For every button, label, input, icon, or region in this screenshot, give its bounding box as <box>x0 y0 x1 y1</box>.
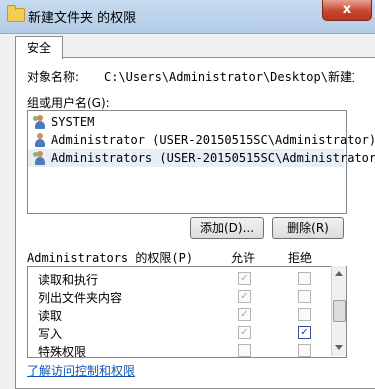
allow-checkbox: ✓ <box>238 308 251 321</box>
allow-checkbox: ✓ <box>238 290 251 303</box>
object-path: C:\Users\Administrator\Desktop\新建文件夹 <box>104 70 354 84</box>
user-group-icon <box>33 151 47 165</box>
deny-checkbox[interactable] <box>298 308 311 321</box>
deny-checkbox <box>298 344 311 357</box>
user-name: Administrator (USER-20150515SC\Administr… <box>51 133 375 147</box>
folder-icon <box>7 5 25 22</box>
user-list[interactable]: SYSTEM Administrator (USER-20150515SC\Ad… <box>27 110 375 214</box>
permission-label: 读取和执行 <box>38 273 99 287</box>
tab-security[interactable]: 安全 <box>15 36 63 59</box>
scroll-thumb[interactable] <box>333 300 346 322</box>
permission-label: 列出文件夹内容 <box>38 291 123 305</box>
permission-label: 写入 <box>38 327 63 341</box>
permissions-header: Administrators 的权限(P) <box>27 251 194 265</box>
groups-label: 组或用户名(G): <box>27 96 110 110</box>
object-name-label: 对象名称: <box>27 70 80 84</box>
access-control-help-link[interactable]: 了解访问控制和权限 <box>27 362 135 379</box>
permissions-scrollbar[interactable] <box>331 266 346 356</box>
permission-label: 读取 <box>38 309 63 323</box>
close-button[interactable]: x <box>322 0 372 21</box>
user-icon <box>33 133 47 147</box>
permission-row-read: 读取 ✓ <box>28 305 333 323</box>
remove-button[interactable]: 删除(R) <box>272 217 344 239</box>
allow-checkbox: ✓ <box>238 326 251 339</box>
deny-checkbox[interactable] <box>298 272 311 285</box>
permission-label: 特殊权限 <box>38 345 87 358</box>
user-list-item-administrator[interactable]: Administrator (USER-20150515SC\Administr… <box>28 131 375 149</box>
permission-row-special: 特殊权限 <box>28 341 333 358</box>
user-list-item-administrators[interactable]: Administrators (USER-20150515SC\Administ… <box>28 149 375 167</box>
allow-column-header: 允许 <box>231 251 256 265</box>
permission-row-write: 写入 ✓ ✓ <box>28 323 333 341</box>
deny-checkbox[interactable]: ✓ <box>298 326 311 339</box>
title-bar: 新建文件夹 的权限 x <box>0 0 375 34</box>
user-name: Administrators (USER-20150515SC\Administ… <box>51 151 375 165</box>
permission-row-read-execute: 读取和执行 ✓ <box>28 269 333 287</box>
user-group-icon <box>33 115 47 129</box>
permission-row-list-folder: 列出文件夹内容 ✓ <box>28 287 333 305</box>
scroll-down-arrow-icon[interactable] <box>335 345 343 350</box>
permissions-table: 读取和执行 ✓ 列出文件夹内容 ✓ 读取 ✓ 写入 ✓ ✓ 特殊权限 <box>27 266 347 358</box>
user-list-item-system[interactable]: SYSTEM <box>28 113 344 131</box>
user-name: SYSTEM <box>51 115 95 129</box>
allow-checkbox <box>238 344 251 357</box>
deny-column-header: 拒绝 <box>288 251 313 265</box>
scroll-up-arrow-icon[interactable] <box>335 271 343 276</box>
window-title: 新建文件夹 的权限 <box>28 11 137 26</box>
deny-checkbox[interactable] <box>298 290 311 303</box>
allow-checkbox: ✓ <box>238 272 251 285</box>
add-button[interactable]: 添加(D)... <box>190 217 264 239</box>
